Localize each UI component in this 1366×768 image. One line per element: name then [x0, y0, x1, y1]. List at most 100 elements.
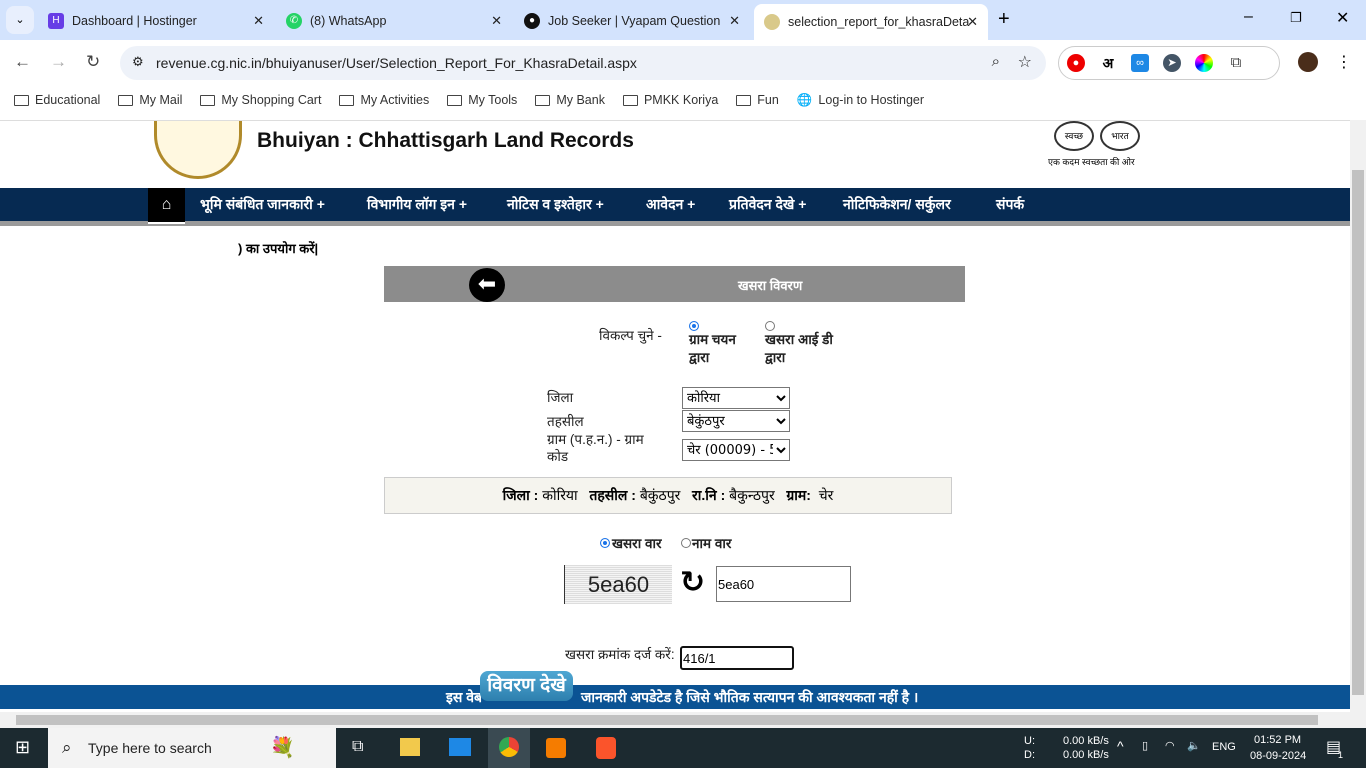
restore-button[interactable]: ❐: [1290, 10, 1302, 26]
mail-icon[interactable]: [449, 738, 471, 756]
download-speed: 0.00 kB/s: [1063, 749, 1109, 761]
nav-notice[interactable]: नोटिस व इश्तेहार +: [507, 188, 604, 221]
folder-icon: [118, 94, 134, 106]
download-label: D:: [1024, 749, 1035, 761]
captcha-input[interactable]: [716, 566, 851, 602]
nav-dept-login[interactable]: विभागीय लॉग इन +: [367, 188, 467, 221]
view-details-button[interactable]: विवरण देखे: [480, 671, 573, 701]
taskbar-search[interactable]: ⌕ Type here to search 💐: [48, 728, 336, 768]
back-arrow-icon[interactable]: ⬅: [469, 268, 505, 302]
nav-land-info[interactable]: भूमि संबंधित जानकारी +: [200, 188, 325, 221]
tab-search-button[interactable]: ⌄: [6, 6, 34, 34]
bookmark-star-icon[interactable]: ☆: [1018, 52, 1032, 72]
home-icon[interactable]: ⌂: [148, 188, 185, 224]
forward-icon[interactable]: →: [50, 52, 67, 72]
back-icon[interactable]: ←: [14, 52, 31, 72]
radio-khasra-wise[interactable]: [600, 538, 610, 548]
nav-notifications[interactable]: नोटिफिकेशन/ सर्कुलर: [843, 188, 951, 221]
color-extension-icon[interactable]: [1195, 54, 1213, 72]
extensions-puzzle-icon[interactable]: ⧉: [1227, 54, 1245, 72]
address-bar[interactable]: ⚙ revenue.cg.nic.in/bhuiyanuser/User/Sel…: [120, 46, 1046, 80]
close-tab-icon[interactable]: ✕: [253, 13, 264, 29]
bookmark-educational[interactable]: Educational: [14, 93, 100, 107]
wifi-icon[interactable]: ◠: [1165, 739, 1175, 752]
bookmark-my-tools[interactable]: My Tools: [447, 93, 517, 107]
bookmarks-bar: Educational My Mail My Shopping Cart My …: [0, 86, 1366, 114]
bookmark-pmkk-koriya[interactable]: PMKK Koriya: [622, 93, 719, 107]
nav-application[interactable]: आवेदन +: [646, 188, 695, 221]
infinity-extension-icon[interactable]: ∞: [1131, 54, 1149, 72]
summary-village-label: ग्राम:: [786, 487, 811, 503]
close-tab-icon[interactable]: ✕: [729, 13, 740, 29]
menu-kebab-icon[interactable]: ⋮: [1336, 52, 1352, 72]
bookmark-my-mail[interactable]: My Mail: [118, 93, 182, 107]
windows-start-icon[interactable]: ⊞: [15, 737, 30, 758]
khasra-number-input[interactable]: [680, 646, 794, 670]
tab-title: selection_report_for_khasraDeta: [788, 15, 970, 29]
file-explorer-icon[interactable]: [400, 738, 420, 756]
chrome-icon[interactable]: [488, 728, 530, 768]
summary-tehsil-label: तहसील :: [589, 487, 636, 503]
option-label: विकल्प चुने -: [599, 328, 662, 343]
district-label: जिला: [547, 390, 574, 405]
bookmark-label: PMKK Koriya: [643, 93, 719, 107]
district-select[interactable]: कोरिया: [682, 387, 790, 409]
close-tab-icon[interactable]: ✕: [491, 13, 502, 29]
refresh-captcha-icon[interactable]: ↻: [680, 565, 705, 600]
panel-title: खसरा विवरण: [738, 278, 803, 293]
close-window-button[interactable]: ✕: [1336, 8, 1349, 28]
nav-contact[interactable]: संपर्क: [996, 188, 1024, 221]
selection-summary: जिला : कोरिया तहसील : बैकुंठपुर रा.नि : …: [384, 477, 952, 514]
village-select[interactable]: चेर (00009) - 53: [682, 439, 790, 461]
tab-selection-report[interactable]: selection_report_for_khasraDeta ✕: [754, 4, 988, 40]
bookmark-label: My Tools: [468, 93, 518, 107]
address-toolbar: ← → ↻ ⚙ revenue.cg.nic.in/bhuiyanuser/Us…: [0, 40, 1366, 86]
folder-icon: [339, 94, 355, 106]
radio-khasra-id[interactable]: [765, 321, 775, 331]
swachh-tagline: एक कदम स्वच्छता की ओर: [1048, 157, 1135, 167]
folder-icon: [447, 94, 463, 106]
zoom-icon[interactable]: ⌕: [992, 53, 1000, 70]
reload-icon[interactable]: ↻: [86, 52, 100, 72]
bookmark-label: Educational: [35, 93, 101, 107]
volume-icon[interactable]: 🔈: [1187, 739, 1201, 752]
bookmark-fun[interactable]: Fun: [736, 93, 779, 107]
folder-icon: [736, 94, 752, 106]
language-indicator[interactable]: ENG: [1212, 741, 1236, 753]
minimize-button[interactable]: –: [1244, 8, 1253, 26]
radio-name-wise[interactable]: [681, 538, 691, 548]
nav-reports[interactable]: प्रतिवेदन देखे +: [729, 188, 806, 221]
hindi-extension-icon[interactable]: अ: [1099, 54, 1117, 72]
tab-hostinger[interactable]: H Dashboard | Hostinger ✕: [38, 6, 274, 36]
globe-icon: 🌐: [796, 92, 813, 107]
task-view-icon[interactable]: ⧉: [352, 738, 363, 756]
meet-now-icon[interactable]: ▯: [1142, 739, 1148, 752]
horizontal-scroll-thumb[interactable]: [16, 715, 1318, 725]
chevron-up-icon[interactable]: ^: [1117, 738, 1124, 754]
media-player-icon[interactable]: [546, 738, 566, 758]
bookmark-label: My Mail: [139, 93, 183, 107]
adblock-icon[interactable]: ●: [1067, 54, 1085, 72]
radio-label: खसरा आई डी द्वारा: [765, 332, 833, 365]
vertical-scroll-thumb[interactable]: [1352, 170, 1364, 695]
tehsil-select[interactable]: बेकुंठपुर: [682, 410, 790, 432]
folder-icon: [200, 94, 216, 106]
site-info-icon[interactable]: ⚙: [132, 54, 144, 70]
profile-avatar[interactable]: [1298, 52, 1318, 72]
clock-date[interactable]: 08-09-2024: [1250, 750, 1306, 762]
bookmark-hostinger-login[interactable]: 🌐 Log-in to Hostinger: [797, 93, 924, 108]
bookmark-my-bank[interactable]: My Bank: [535, 93, 605, 107]
new-tab-button[interactable]: +: [998, 8, 1010, 31]
search-icon: ⌕: [62, 738, 72, 757]
clock-time[interactable]: 01:52 PM: [1254, 734, 1301, 746]
close-tab-icon[interactable]: ✕: [967, 14, 978, 30]
summary-rni: बैकुन्ठपुर: [729, 487, 775, 503]
tab-jobseeker[interactable]: ● Job Seeker | Vyapam Question ✕: [514, 6, 750, 36]
tab-whatsapp[interactable]: ✆ (8) WhatsApp ✕: [276, 6, 512, 36]
radio-village-select[interactable]: [689, 321, 699, 331]
bookmark-my-activities[interactable]: My Activities: [339, 93, 429, 107]
bookmark-my-shopping-cart[interactable]: My Shopping Cart: [200, 93, 321, 107]
brave-icon[interactable]: [596, 737, 616, 759]
cursor-extension-icon[interactable]: ➤: [1163, 54, 1181, 72]
upload-label: U:: [1024, 735, 1035, 747]
